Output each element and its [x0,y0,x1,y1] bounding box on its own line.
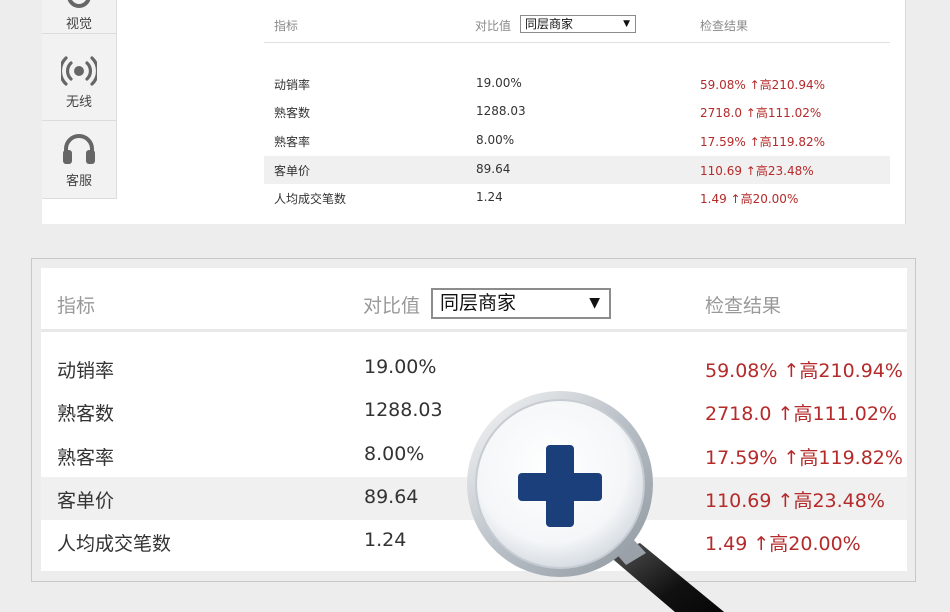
sidebar-item-label: 视觉 [65,17,92,32]
zoom-row-compare: 1.24 [364,529,407,551]
row-metric: 熟客数 [274,106,311,120]
header-metric: 指标 [274,19,299,33]
header-result: 检查结果 [700,19,749,33]
zoom-row-compare: 8.00% [364,443,425,465]
row-metric: 熟客率 [274,135,311,149]
row-metric: 人均成交笔数 [274,192,347,206]
zoom-row-result: 59.08% ↑高210.94% [705,360,903,382]
row-compare: 89.64 [476,162,511,176]
zoom-row-metric: 熟客数 [57,403,115,425]
zoom-row-metric: 人均成交笔数 [57,533,172,555]
zoom-row-compare: 89.64 [364,486,419,508]
zoom-row-metric: 客单价 [57,490,115,512]
row-metric: 动销率 [274,78,311,92]
header-compare: 对比值 [475,19,512,33]
zoom-compare-select-value: 同层商家 [440,292,517,314]
row-compare: 8.00% [476,133,515,147]
row-result: 59.08% ↑高210.94% [700,78,826,92]
sidebar-item-label: 无线 [65,95,92,110]
row-compare: 19.00% [476,76,522,90]
zoom-header-compare: 对比值 [363,295,421,317]
row-result: 2718.0 ↑高111.02% [700,106,822,120]
row-result: 1.49 ↑高20.00% [700,192,799,206]
zoom-row-compare: 1288.03 [364,399,443,421]
row-metric: 客单价 [274,164,311,178]
header-divider [264,42,890,43]
headset-icon [63,134,95,164]
row-compare: 1.24 [476,190,503,204]
row-result: 110.69 ↑高23.48% [700,164,814,178]
row-result: 17.59% ↑高119.82% [700,135,826,149]
sidebar-item-vision[interactable]: 视觉 [42,0,116,34]
row-compare: 1288.03 [476,104,526,118]
zoom-row-metric: 熟客率 [57,447,115,469]
zoom-row-metric: 动销率 [57,360,115,382]
zoom-header-divider [41,329,907,332]
magnifier-plus-icon [467,391,725,612]
zoom-header-result: 检查结果 [705,295,782,317]
sidebar-item-service[interactable]: 客服 [42,121,116,198]
wireless-icon [61,56,97,86]
sidebar-item-wireless[interactable]: 无线 [42,43,116,121]
sidebar-item-label: 客服 [65,174,92,189]
zoom-compare-select[interactable]: 同层商家 ▼ [431,288,611,319]
sidebar: 视觉 无线 客服 [42,0,117,199]
dropdown-arrow-icon: ▼ [589,295,600,311]
zoom-header-metric: 指标 [57,295,96,317]
compare-select-value: 同层商家 [525,17,574,31]
compare-select[interactable]: 同层商家 ▼ [520,15,636,33]
dropdown-arrow-icon: ▼ [623,19,630,29]
zoom-row-compare: 19.00% [364,356,437,378]
